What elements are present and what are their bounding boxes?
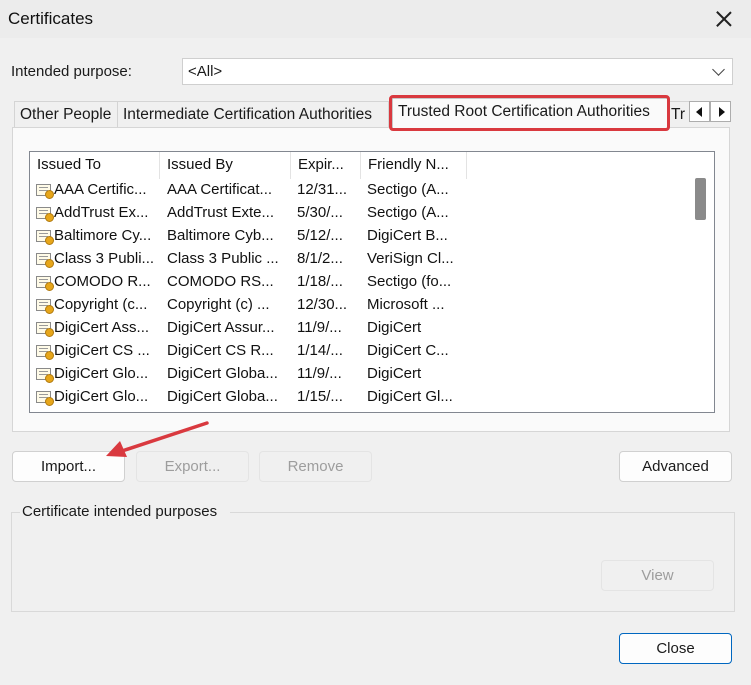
expiration-cell: 5/30/... [297, 204, 343, 221]
issued-by-cell: AddTrust Exte... [167, 204, 274, 221]
issued-to-cell: Class 3 Publi... [54, 250, 155, 267]
remove-button[interactable]: Remove [259, 451, 372, 482]
tab-scroll-left-button[interactable] [689, 101, 710, 122]
intended-purpose-label: Intended purpose: [11, 63, 132, 80]
certificate-icon [36, 184, 54, 199]
issued-by-cell: DigiCert Globa... [167, 388, 278, 405]
intended-purpose-select[interactable]: <All> [182, 58, 733, 85]
title-bar: Certificates [0, 0, 751, 38]
issued-to-cell: DigiCert Glo... [54, 365, 149, 382]
issued-by-cell: Copyright (c) ... [167, 296, 270, 313]
issued-by-cell: Class 3 Public ... [167, 250, 279, 267]
friendly-name-cell: Sectigo (fo... [367, 273, 452, 290]
view-button[interactable]: View [601, 560, 714, 591]
list-scrollbar-thumb[interactable] [695, 178, 706, 220]
friendly-name-cell: Sectigo (A... [367, 204, 449, 221]
tab-intermediate-ca[interactable]: Intermediate Certification Authorities [117, 101, 389, 128]
certificate-list[interactable]: Issued To Issued By Expir... Friendly N.… [29, 151, 715, 413]
list-item[interactable]: AAA Certific... AAA Certificat... 12/31.… [30, 178, 690, 201]
tab-scroll-right-button[interactable] [710, 101, 731, 122]
certificate-icon [36, 322, 54, 337]
annotation-arrow-icon [106, 421, 209, 457]
column-header-expiration[interactable]: Expir... [291, 152, 361, 179]
issued-to-cell: DigiCert CS ... [54, 342, 150, 359]
expiration-cell: 1/15/... [297, 388, 343, 405]
column-header-issued-to[interactable]: Issued To [30, 152, 160, 179]
friendly-name-cell: Sectigo (A... [367, 181, 449, 198]
window-title: Certificates [8, 9, 94, 28]
certificate-icon [36, 253, 54, 268]
expiration-cell: 11/9/... [297, 365, 342, 382]
expiration-cell: 1/14/... [297, 342, 343, 359]
certificate-icon [36, 345, 54, 360]
issued-to-cell: DigiCert Ass... [54, 319, 150, 336]
certificate-icon [36, 299, 54, 314]
expiration-cell: 5/12/... [297, 227, 343, 244]
certificate-icon [36, 230, 54, 245]
list-item[interactable]: AddTrust Ex... AddTrust Exte... 5/30/...… [30, 201, 690, 224]
issued-by-cell: DigiCert Globa... [167, 365, 278, 382]
issued-by-cell: DigiCert CS R... [167, 342, 274, 359]
arrow-left-icon [696, 107, 702, 117]
tab-truncated[interactable]: Tr [668, 101, 690, 128]
issued-by-cell: AAA Certificat... [167, 181, 273, 198]
expiration-cell: 8/1/2... [297, 250, 343, 267]
list-item[interactable]: COMODO R... COMODO RS... 1/18/... Sectig… [30, 270, 690, 293]
column-header-friendly-name[interactable]: Friendly N... [361, 152, 467, 179]
list-item[interactable]: DigiCert Glo... DigiCert Globa... 1/15/.… [30, 385, 690, 408]
friendly-name-cell: DigiCert Gl... [367, 388, 453, 405]
list-item[interactable]: DigiCert CS ... DigiCert CS R... 1/14/..… [30, 339, 690, 362]
list-item[interactable]: Baltimore Cy... Baltimore Cyb... 5/12/..… [30, 224, 690, 247]
issued-by-cell: COMODO RS... [167, 273, 274, 290]
tab-other-people[interactable]: Other People [14, 101, 118, 128]
list-item[interactable]: Class 3 Publi... Class 3 Public ... 8/1/… [30, 247, 690, 270]
expiration-cell: 12/30... [297, 296, 348, 313]
certificate-icon [36, 276, 54, 291]
close-window-icon[interactable] [708, 4, 740, 34]
issued-to-cell: AAA Certific... [54, 181, 147, 198]
issued-by-cell: Baltimore Cyb... [167, 227, 274, 244]
friendly-name-cell: DigiCert B... [367, 227, 448, 244]
issued-by-cell: DigiCert Assur... [167, 319, 275, 336]
expiration-cell: 11/9/... [297, 319, 342, 336]
friendly-name-cell: DigiCert C... [367, 342, 449, 359]
advanced-button[interactable]: Advanced [619, 451, 732, 482]
issued-to-cell: DigiCert Glo... [54, 388, 149, 405]
issued-to-cell: Baltimore Cy... [54, 227, 152, 244]
list-item[interactable]: DigiCert Glo... DigiCert Globa... 11/9/.… [30, 362, 690, 385]
certificate-icon [36, 368, 54, 383]
column-header-issued-by[interactable]: Issued By [160, 152, 291, 179]
expiration-cell: 1/18/... [297, 273, 343, 290]
issued-to-cell: COMODO R... [54, 273, 151, 290]
friendly-name-cell: DigiCert [367, 319, 422, 336]
issued-to-cell: Copyright (c... [54, 296, 148, 313]
close-button[interactable]: Close [619, 633, 732, 664]
list-item[interactable]: Copyright (c... Copyright (c) ... 12/30.… [30, 293, 690, 316]
certificate-icon [36, 207, 54, 222]
list-item[interactable]: DigiCert Ass... DigiCert Assur... 11/9/.… [30, 316, 690, 339]
intended-purpose-value: <All> [188, 63, 223, 80]
tab-highlight-box [389, 95, 670, 131]
intended-purposes-label: Certificate intended purposes [20, 503, 220, 520]
issued-to-cell: AddTrust Ex... [54, 204, 149, 221]
chevron-down-icon [712, 63, 725, 76]
arrow-right-icon [719, 107, 725, 117]
certificate-icon [36, 391, 54, 406]
friendly-name-cell: Microsoft ... [367, 296, 445, 313]
friendly-name-cell: VeriSign Cl... [367, 250, 454, 267]
expiration-cell: 12/31... [297, 181, 348, 198]
friendly-name-cell: DigiCert [367, 365, 422, 382]
